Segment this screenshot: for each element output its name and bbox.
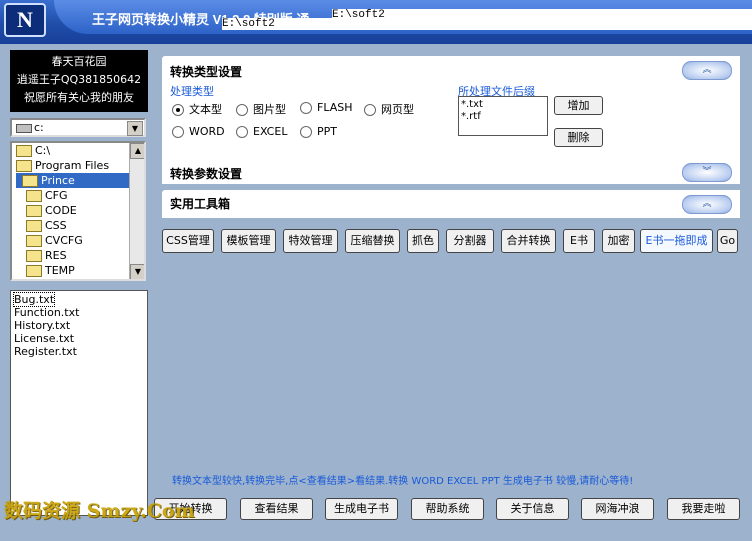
tree-item-selected[interactable]: Prince	[16, 173, 131, 188]
radio-icon	[300, 102, 312, 114]
list-item[interactable]: Function.txt	[14, 306, 79, 319]
delete-extension-button[interactable]: 删除	[554, 128, 603, 147]
drive-label: c:	[34, 121, 44, 134]
folder-icon	[26, 235, 42, 247]
list-item[interactable]: Register.txt	[14, 345, 77, 358]
encrypt-button[interactable]: 加密	[602, 229, 635, 253]
extension-list[interactable]: *.txt *.rtf	[458, 96, 548, 136]
folder-icon	[26, 190, 42, 202]
params-section: 转换参数设置 ︾	[162, 158, 740, 184]
effect-manage-button[interactable]: 特效管理	[283, 229, 338, 253]
radio-checked-icon	[172, 104, 184, 116]
toolbox-section: 实用工具箱 ︽	[162, 190, 740, 218]
radio-icon	[236, 126, 248, 138]
list-item[interactable]: History.txt	[14, 319, 70, 332]
radio-word[interactable]: WORD	[172, 125, 225, 138]
collapse-icon[interactable]: ︽	[682, 195, 732, 214]
section-title: 转换参数设置	[170, 167, 243, 181]
tree-item[interactable]: Program Files	[16, 158, 131, 173]
info-line-2: 逍遥王子QQ381850642	[16, 73, 142, 86]
folder-icon	[26, 250, 42, 262]
radio-web[interactable]: 网页型	[364, 101, 414, 117]
info-box: 春天百花园 逍遥王子QQ381850642 祝愿所有关心我的朋友	[10, 50, 148, 112]
view-result-button[interactable]: 查看结果	[240, 498, 313, 520]
template-manage-button[interactable]: 模板管理	[221, 229, 276, 253]
info-line-1: 春天百花园	[51, 55, 107, 68]
go-button[interactable]: Go	[717, 229, 738, 253]
hint-text: 转换文本型较快,转换完毕,点<查看结果>看结果.转换 WORD EXCEL PP…	[172, 476, 634, 487]
tree-item[interactable]: CODE	[26, 203, 77, 218]
exit-button[interactable]: 我要走啦	[667, 498, 740, 520]
tree-scrollbar[interactable]: ▲ ▼	[129, 143, 144, 279]
tree-item[interactable]: C:\	[16, 143, 131, 158]
radio-text[interactable]: 文本型	[172, 101, 222, 117]
radio-icon	[236, 104, 248, 116]
list-item[interactable]: *.rtf	[461, 111, 545, 123]
radio-icon	[364, 104, 376, 116]
scroll-down-icon[interactable]: ▼	[130, 264, 144, 279]
type-group-label: 处理类型	[170, 85, 214, 98]
radio-flash[interactable]: FLASH	[300, 101, 353, 114]
generate-ebook-button[interactable]: 生成电子书	[325, 498, 398, 520]
path-display-2: E:\soft2	[222, 18, 752, 30]
info-line-3: 祝愿所有关心我的朋友	[24, 91, 134, 104]
drive-select[interactable]: c: ▼	[10, 118, 146, 137]
folder-open-icon	[16, 160, 32, 172]
radio-icon	[300, 126, 312, 138]
expand-icon[interactable]: ︾	[682, 163, 732, 182]
ebook-quick-button[interactable]: E书一拖即成	[640, 229, 713, 253]
folder-icon	[26, 205, 42, 217]
file-list[interactable]: Bug.txt Function.txt History.txt License…	[10, 290, 148, 516]
splitter-button[interactable]: 分割器	[446, 229, 494, 253]
merge-convert-button[interactable]: 合并转换	[501, 229, 556, 253]
folder-icon	[26, 220, 42, 232]
folder-icon	[26, 265, 42, 277]
scroll-up-icon[interactable]: ▲	[130, 143, 144, 159]
section-title: 转换类型设置	[170, 65, 243, 79]
ebook-button[interactable]: E书	[563, 229, 595, 253]
folder-open-icon	[22, 175, 38, 187]
list-item[interactable]: License.txt	[14, 332, 74, 345]
tree-item[interactable]: CFG	[26, 188, 68, 203]
radio-icon	[172, 126, 184, 138]
section-title: 实用工具箱	[170, 197, 231, 211]
radio-excel[interactable]: EXCEL	[236, 125, 287, 138]
chevron-down-icon[interactable]: ▼	[127, 121, 143, 136]
radio-ppt[interactable]: PPT	[300, 125, 337, 138]
tree-item[interactable]: RES	[26, 248, 67, 263]
about-button[interactable]: 关于信息	[496, 498, 569, 520]
tree-item[interactable]: CVCFG	[26, 233, 83, 248]
list-item[interactable]: Bug.txt	[12, 292, 56, 307]
directory-tree[interactable]: C:\ Program Files Prince CFG CODE CSS CV…	[10, 141, 146, 281]
folder-open-icon	[16, 145, 32, 157]
app-logo-icon: N	[4, 3, 46, 37]
add-extension-button[interactable]: 增加	[554, 96, 603, 115]
watermark: 数码资源 Smzy.Com	[4, 500, 195, 522]
color-pick-button[interactable]: 抓色	[407, 229, 439, 253]
radio-image[interactable]: 图片型	[236, 101, 286, 117]
drive-icon	[16, 124, 32, 133]
compress-replace-button[interactable]: 压缩替换	[345, 229, 400, 253]
tree-item[interactable]: TEMP	[26, 263, 75, 278]
surf-web-button[interactable]: 网海冲浪	[581, 498, 654, 520]
tree-item[interactable]: CSS	[26, 218, 67, 233]
css-manage-button[interactable]: CSS管理	[162, 229, 214, 253]
help-button[interactable]: 帮助系统	[411, 498, 484, 520]
collapse-icon[interactable]: ︽	[682, 61, 732, 80]
list-item[interactable]: *.txt	[461, 99, 545, 111]
